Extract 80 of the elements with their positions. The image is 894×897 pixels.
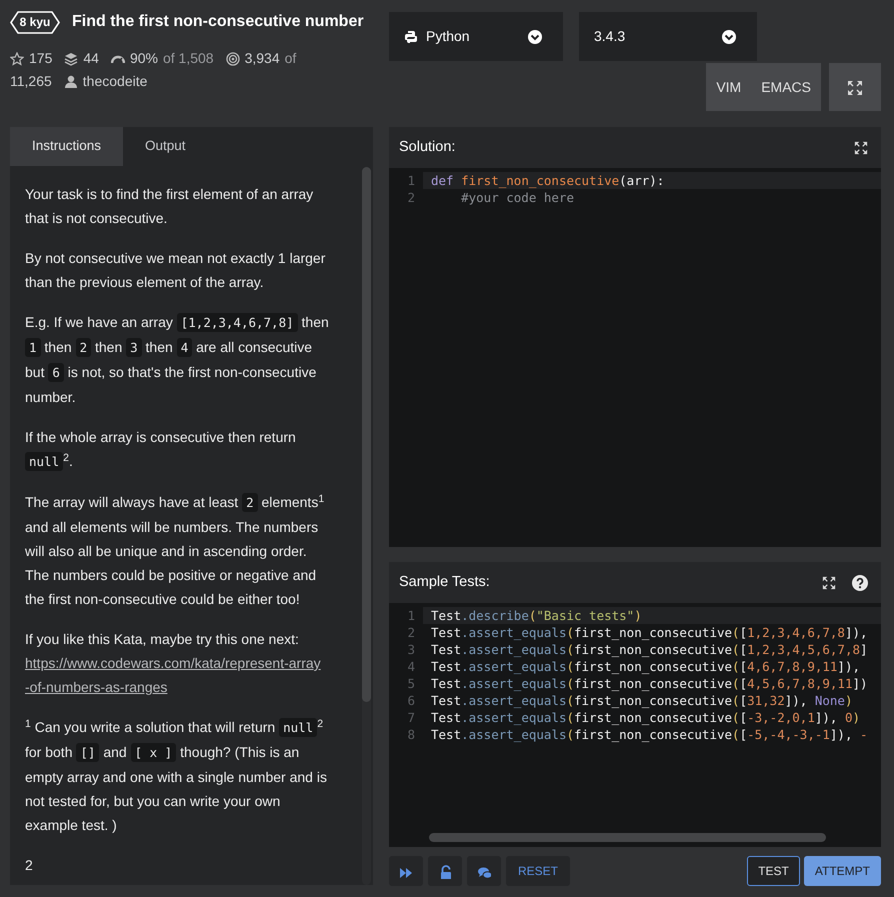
inline-code: [1,2,3,4,6,7,8] xyxy=(176,313,298,332)
user-icon xyxy=(64,74,78,88)
scrollbar[interactable] xyxy=(362,167,371,885)
dropdown-value: 3.4.3 xyxy=(594,27,626,46)
stat-suffix: of 1,508 xyxy=(162,49,214,68)
stat-value: 11,265 xyxy=(10,72,52,91)
stat-value: 90% xyxy=(130,49,158,68)
stat-value: 44 xyxy=(83,49,99,68)
inline-code: 2 xyxy=(242,493,258,512)
chevron-down-icon xyxy=(721,28,737,44)
code-editor[interactable] xyxy=(389,603,881,847)
paragraph: E.g. If we have an array [1,2,3,4,6,7,8] then 1 then 2 then 3 then 4 are all consecutive but 6 is not, so that's the first non-consecutive number. xyxy=(25,312,330,407)
line-number: 2 xyxy=(406,624,416,641)
kata-title: Find the first non-consecutive number xyxy=(72,12,364,32)
author-name[interactable]: thecodeite xyxy=(82,70,148,93)
dropdown[interactable]: Python xyxy=(389,12,563,61)
test-button[interactable]: TEST xyxy=(747,856,800,886)
paragraph: The array will always have at least 2 elements$^{1}$ and all elements will be numbers. The numbers will also all be unique and in ascending order. The numbers could be positive or negative and the first non-consecutive could be either too! xyxy=(25,492,326,609)
expand-icon xyxy=(847,80,863,96)
tab[interactable]: Output xyxy=(123,127,208,166)
panel-title: Solution: xyxy=(399,138,456,157)
code-line: Test.assert_equals(first_non_consecutive([31,32]), None) xyxy=(430,692,854,709)
expand-icon[interactable] xyxy=(822,576,836,590)
panel-title: Sample Tests: xyxy=(399,572,490,592)
target-icon xyxy=(226,52,240,66)
reset-button[interactable]: RESET xyxy=(506,856,570,886)
inline-code: 2 xyxy=(76,338,92,357)
fullscreen-button[interactable] xyxy=(829,63,881,111)
code-line: Test.assert_equals(first_non_consecutive([1,2,3,4,6,7,8]), xyxy=(430,624,869,641)
paragraph: If you like this Kata, maybe try this one next: https://www.codewars.com/kata/represent-array-of-numbers-as-ranges xyxy=(25,627,333,699)
line-number: 5 xyxy=(406,675,416,692)
code-line: Test.assert_equals(first_non_consecutive([-3,-2,0,1]), 0) xyxy=(430,709,862,726)
paragraph: 2 xyxy=(25,856,34,875)
line-number: 7 xyxy=(406,709,416,726)
stat-value: 175 xyxy=(29,49,52,68)
inline-code: 3 xyxy=(126,338,142,357)
line-number: 1 xyxy=(406,607,416,624)
star-icon xyxy=(10,52,24,66)
rank-badge: 8 kyu xyxy=(10,10,60,34)
inline-code: [] xyxy=(76,743,100,762)
scrollbar[interactable] xyxy=(429,833,826,842)
line-number: 6 xyxy=(406,692,416,709)
inline-code: null xyxy=(279,718,318,737)
line-number: 3 xyxy=(406,641,416,658)
code-line: Test.assert_equals(first_non_consecutive([1,2,3,4,5,6,7,8] xyxy=(430,641,869,658)
tab[interactable]: Instructions xyxy=(10,127,124,166)
inline-code: null xyxy=(25,452,64,471)
expand-icon[interactable] xyxy=(854,140,868,154)
paragraph: $^{1}$ Can you write a solution that will return null $^{2}$ for both [] and [ x ] though? (This is an empty array and one with a single number and is not tested for, but you can write your own example test. ) xyxy=(25,716,328,835)
line-number: 2 xyxy=(406,189,416,206)
skip-button[interactable] xyxy=(389,856,423,886)
dropdown-value: Python xyxy=(426,27,470,46)
layers-icon xyxy=(64,52,78,66)
code-line: Test.assert_equals(first_non_consecutive([4,5,6,7,8,9,11]) xyxy=(430,675,869,692)
code-line: Test.assert_equals(first_non_consecutive([-5,-4,-3,-1]), - xyxy=(430,726,869,743)
line-number: 4 xyxy=(406,658,416,675)
inline-code: 1 xyxy=(25,338,41,357)
code-editor[interactable]: 1 def first_non_consecutive(arr): 2 #your code here xyxy=(389,168,881,547)
unlock-button[interactable] xyxy=(428,856,462,886)
help-icon[interactable] xyxy=(852,574,868,590)
paragraph: By not consecutive we mean not exactly 1 larger than the previous element of the array. xyxy=(25,249,326,292)
python-icon xyxy=(404,30,418,44)
code-line: Test.assert_equals(first_non_consecutive([4,6,7,8,9,11]), xyxy=(430,658,861,675)
attempt-button[interactable]: ATTEMPT xyxy=(804,856,881,886)
stat-suffix: of xyxy=(284,49,296,68)
inline-code: 4 xyxy=(176,338,192,357)
discuss-button[interactable] xyxy=(467,856,501,886)
line-number: 8 xyxy=(406,726,416,743)
stat-value: 3,934 xyxy=(244,49,280,68)
dropdown[interactable]: 3.4.3 xyxy=(579,12,757,61)
paragraph: If the whole array is consecutive then return null $^{2}$. xyxy=(25,428,297,473)
paragraph: Your task is to find the first element of an array that is not consecutive. xyxy=(25,185,314,228)
chevron-down-icon xyxy=(527,28,543,44)
inline-code: 6 xyxy=(48,363,64,382)
code-line: #your code here xyxy=(460,189,575,206)
padlock-icon xyxy=(438,864,452,879)
speech-bubbles-icon xyxy=(477,864,491,879)
line-number: 1 xyxy=(406,172,416,189)
inline-code: [ x ] xyxy=(130,743,176,762)
link[interactable]: https://www.codewars.com/kata/represent-array-of-numbers-as-ranges xyxy=(25,651,325,699)
